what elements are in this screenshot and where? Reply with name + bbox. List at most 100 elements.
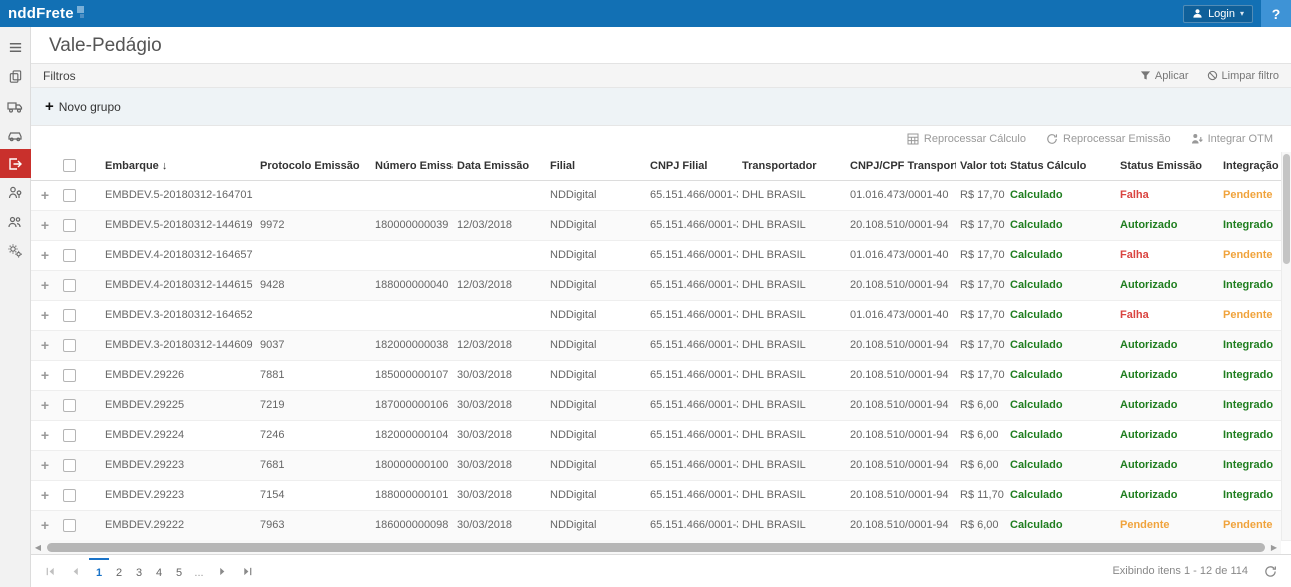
expand-row-button[interactable]: + <box>41 397 49 413</box>
row-checkbox[interactable] <box>63 339 76 352</box>
new-group-button[interactable]: + Novo grupo <box>45 99 121 114</box>
cell-protocolo: 9428 <box>256 270 371 300</box>
sidebar-item-vehicles[interactable] <box>0 120 31 149</box>
sidebar-item-truck[interactable] <box>0 91 31 120</box>
sidebar-item-vale-pedagio[interactable] <box>0 149 31 178</box>
menu-icon <box>8 40 23 55</box>
filter-actions: Aplicar Limpar filtro <box>1140 70 1279 82</box>
expand-row-button[interactable]: + <box>41 427 49 443</box>
row-checkbox[interactable] <box>63 519 76 532</box>
sidebar-item-drivers[interactable] <box>0 178 31 207</box>
cell-embarque: EMBDEV.3-20180312-144609 <box>101 330 256 360</box>
select-all-checkbox[interactable] <box>63 159 76 172</box>
expand-row-button[interactable]: + <box>41 247 49 263</box>
first-page-button[interactable] <box>39 562 62 581</box>
column-header-data[interactable]: Data Emissão <box>453 152 546 180</box>
scroll-left-arrow-icon[interactable]: ◀ <box>31 543 45 552</box>
truck-icon <box>7 98 23 114</box>
cell-valor: R$ 11,70 <box>956 480 1006 510</box>
checkbox-cell <box>59 360 101 390</box>
checkbox-cell <box>59 390 101 420</box>
row-checkbox[interactable] <box>63 489 76 502</box>
cell-cnpj_filial: 65.151.466/0001-33 <box>646 270 738 300</box>
cell-status_emissao: Autorizado <box>1116 390 1219 420</box>
cell-status_emissao: Autorizado <box>1116 450 1219 480</box>
row-checkbox[interactable] <box>63 189 76 202</box>
expand-cell: + <box>31 360 59 390</box>
column-header-cnpj_transportador[interactable]: CNPJ/CPF Transportador <box>846 152 956 180</box>
sidebar-item-menu[interactable] <box>0 33 31 62</box>
filters-bar: Filtros Aplicar Limpar filtro <box>31 63 1291 88</box>
cell-transportador: DHL BRASIL <box>738 420 846 450</box>
page-button-5[interactable]: 5 <box>169 558 189 584</box>
row-checkbox[interactable] <box>63 459 76 472</box>
user-icon <box>1192 8 1203 19</box>
expand-row-button[interactable]: + <box>41 487 49 503</box>
column-header-numero[interactable]: Número Emissão <box>371 152 453 180</box>
refresh-icon[interactable] <box>1264 565 1277 578</box>
row-checkbox[interactable] <box>63 399 76 412</box>
expand-row-button[interactable]: + <box>41 217 49 233</box>
column-header-transportador[interactable]: Transportador <box>738 152 846 180</box>
person-download-icon <box>1191 133 1203 145</box>
reprocess-calc-button[interactable]: Reprocessar Cálculo <box>907 133 1026 145</box>
page-button-1[interactable]: 1 <box>89 558 109 584</box>
row-checkbox[interactable] <box>63 429 76 442</box>
expand-row-button[interactable]: + <box>41 517 49 533</box>
cell-status_calculo: Calculado <box>1006 390 1116 420</box>
sidebar-item-settings[interactable] <box>0 236 31 265</box>
cell-protocolo: 7219 <box>256 390 371 420</box>
cell-cnpj_filial: 65.151.466/0001-33 <box>646 330 738 360</box>
table-row: +EMBDEV.4-20180312-164657NDDigital65.151… <box>31 240 1291 270</box>
row-checkbox[interactable] <box>63 309 76 322</box>
cell-filial: NDDigital <box>546 330 646 360</box>
apply-filter-button[interactable]: Aplicar <box>1140 70 1189 82</box>
sidebar-item-users[interactable] <box>0 207 31 236</box>
prev-page-button[interactable] <box>64 562 87 581</box>
column-header-status_emissao[interactable]: Status Emissão <box>1116 152 1219 180</box>
expand-row-button[interactable]: + <box>41 307 49 323</box>
cell-cnpj_filial: 65.151.466/0001-33 <box>646 210 738 240</box>
cell-data <box>453 180 546 210</box>
login-menu[interactable]: Login ▾ <box>1183 5 1253 23</box>
cell-data: 30/03/2018 <box>453 390 546 420</box>
column-header-status_calculo[interactable]: Status Cálculo <box>1006 152 1116 180</box>
expand-row-button[interactable]: + <box>41 367 49 383</box>
sidebar-item-shipments[interactable] <box>0 62 31 91</box>
cell-status_emissao: Autorizado <box>1116 210 1219 240</box>
page-button-3[interactable]: 3 <box>129 558 149 584</box>
horizontal-scrollbar[interactable]: ◀ ▶ <box>31 540 1281 554</box>
column-header-protocolo[interactable]: Protocolo Emissão <box>256 152 371 180</box>
horizontal-scrollbar-thumb[interactable] <box>47 543 1265 552</box>
row-checkbox[interactable] <box>63 279 76 292</box>
cell-data: 12/03/2018 <box>453 270 546 300</box>
column-header-filial[interactable]: Filial <box>546 152 646 180</box>
cell-embarque: EMBDEV.29224 <box>101 420 256 450</box>
reprocess-emission-button[interactable]: Reprocessar Emissão <box>1046 133 1171 145</box>
help-button[interactable]: ? <box>1261 0 1291 27</box>
clear-filter-button[interactable]: Limpar filtro <box>1207 70 1279 82</box>
column-header-valor[interactable]: Valor total <box>956 152 1006 180</box>
page-button-4[interactable]: 4 <box>149 558 169 584</box>
app-window: nddFrete Login ▾ ? <box>0 0 1291 587</box>
cell-valor: R$ 6,00 <box>956 510 1006 540</box>
next-page-button[interactable] <box>211 562 234 581</box>
expand-row-button[interactable]: + <box>41 187 49 203</box>
scroll-right-arrow-icon[interactable]: ▶ <box>1267 543 1281 552</box>
expand-row-button[interactable]: + <box>41 277 49 293</box>
expand-row-button[interactable]: + <box>41 337 49 353</box>
row-checkbox[interactable] <box>63 219 76 232</box>
page-button-2[interactable]: 2 <box>109 558 129 584</box>
row-checkbox[interactable] <box>63 369 76 382</box>
vertical-scrollbar[interactable] <box>1281 152 1291 540</box>
integrate-otm-button[interactable]: Integrar OTM <box>1191 133 1273 145</box>
last-page-button[interactable] <box>236 562 259 581</box>
cell-numero: 182000000038 <box>371 330 453 360</box>
vertical-scrollbar-thumb[interactable] <box>1283 154 1290 264</box>
cell-status_calculo: Calculado <box>1006 240 1116 270</box>
column-header-embarque[interactable]: Embarque ↓ <box>101 152 256 180</box>
row-checkbox[interactable] <box>63 249 76 262</box>
cell-status_calculo: Calculado <box>1006 450 1116 480</box>
expand-row-button[interactable]: + <box>41 457 49 473</box>
column-header-cnpj_filial[interactable]: CNPJ Filial <box>646 152 738 180</box>
